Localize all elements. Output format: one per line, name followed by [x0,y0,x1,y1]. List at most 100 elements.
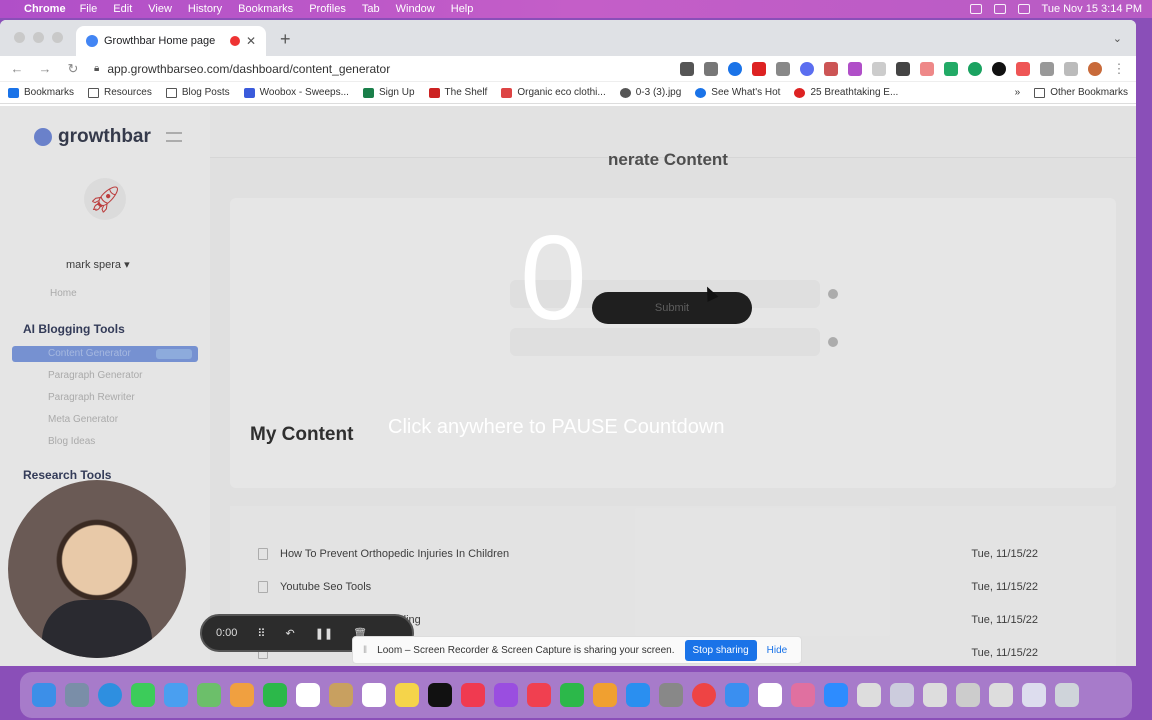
screenshot-icon[interactable] [791,683,815,707]
menu-bookmarks[interactable]: Bookmarks [238,3,293,15]
bookmark-item[interactable]: Bookmarks [8,87,74,98]
camera-extension-icon[interactable] [680,61,694,76]
zoom-window-button[interactable] [52,32,63,43]
extension-camera-icon[interactable] [776,61,790,76]
trash-icon[interactable] [1055,683,1079,707]
profile-avatar[interactable] [1088,61,1102,76]
reload-button[interactable]: ↻ [66,61,80,77]
bookmark-item[interactable]: The Shelf [428,87,487,98]
drag-grip-icon[interactable]: ‖ [363,645,367,656]
close-window-button[interactable] [14,32,25,43]
menu-view[interactable]: View [148,3,172,15]
pause-icon[interactable]: ❚❚ [315,627,333,640]
new-tab-button[interactable]: + [280,29,291,50]
webcam-bubble[interactable] [8,480,186,658]
finder-icon[interactable] [32,683,56,707]
menubar-clock[interactable]: Tue Nov 15 3:14 PM [1042,3,1142,15]
hide-button[interactable]: Hide [767,645,788,656]
music-icon[interactable] [461,683,485,707]
grammarly-icon[interactable] [968,61,982,76]
notes-icon[interactable] [395,683,419,707]
messages-icon[interactable] [131,683,155,707]
window-thumbnail-icon[interactable] [890,683,914,707]
window-thumbnail-icon[interactable] [956,683,980,707]
back-button[interactable]: ← [10,61,24,76]
menu-file[interactable]: File [80,3,98,15]
countdown-number[interactable]: 0 [520,218,587,338]
reminders-icon[interactable] [362,683,386,707]
chrome-menu-icon[interactable]: ⋮ [1112,61,1126,77]
window-thumbnail-icon[interactable] [857,683,881,707]
bookmark-item[interactable]: Sign Up [362,87,415,98]
bookmark-star-icon[interactable] [728,61,742,76]
menu-tab[interactable]: Tab [362,3,380,15]
battery-icon[interactable] [969,4,982,14]
slack-icon[interactable] [758,683,782,707]
address-bar-row: ← → ↻ 🔒︎ app.growthbarseo.com/dashboard/… [0,56,1136,82]
menu-profiles[interactable]: Profiles [309,3,346,15]
extension-pen-icon[interactable] [944,61,958,76]
facetime-icon[interactable] [263,683,287,707]
tab-growthbar[interactable]: Growthbar Home page ✕ [76,26,266,56]
window-thumbnail-icon[interactable] [923,683,947,707]
maps-icon[interactable] [197,683,221,707]
numbers-icon[interactable] [560,683,584,707]
minimize-window-button[interactable] [33,32,44,43]
pause-countdown-message[interactable]: Click anywhere to PAUSE Countdown [388,416,724,439]
other-bookmarks[interactable]: Other Bookmarks [1034,87,1128,98]
keynote-icon[interactable] [725,683,749,707]
close-tab-icon[interactable]: ✕ [246,34,256,48]
extensions-puzzle-icon[interactable] [1040,61,1054,76]
wifi-icon[interactable] [993,4,1006,14]
bookmark-item[interactable]: Resources [88,87,152,98]
news-icon[interactable] [527,683,551,707]
system-preferences-icon[interactable] [659,683,683,707]
drag-handle-icon[interactable]: ⠿ [257,627,265,640]
calendar-icon[interactable] [296,683,320,707]
window-thumbnail-icon[interactable] [989,683,1013,707]
photos-icon[interactable] [230,683,254,707]
window-thumbnail-icon[interactable] [1022,683,1046,707]
mail-icon[interactable] [164,683,188,707]
extension-red-icon[interactable] [752,61,766,76]
extension-arrow-icon[interactable] [824,61,838,76]
bookmark-item[interactable]: Blog Posts [165,87,230,98]
bookmark-item[interactable]: Woobox - Sweeps... [243,87,349,98]
bookmark-item[interactable]: 25 Breathtaking E... [794,87,898,98]
safari-icon[interactable] [98,683,122,707]
menu-edit[interactable]: Edit [113,3,132,15]
stop-sharing-button[interactable]: Stop sharing [684,639,757,661]
menu-help[interactable]: Help [451,3,474,15]
app-store-icon[interactable] [626,683,650,707]
extension-black-icon[interactable] [992,61,1006,76]
webcam-person [42,600,152,658]
control-center-icon[interactable] [1017,4,1030,14]
launchpad-icon[interactable] [65,683,89,707]
pages-icon[interactable] [593,683,617,707]
extension-code-icon[interactable] [1016,61,1030,76]
podcasts-icon[interactable] [494,683,518,707]
share-icon[interactable] [704,61,718,76]
extension-grey-icon[interactable] [872,61,886,76]
extension-pink-icon[interactable] [920,61,934,76]
bookmark-item[interactable]: Organic eco clothi... [501,87,606,98]
menu-history[interactable]: History [188,3,222,15]
restart-icon[interactable]: ↶ [285,627,294,640]
zoom-icon[interactable] [824,683,848,707]
extension-crop-icon[interactable] [896,61,910,76]
menu-window[interactable]: Window [396,3,435,15]
tab-search-chevron-icon[interactable]: ⌄ [1113,32,1122,45]
menu-app-name[interactable]: Chrome [24,3,66,15]
bookmark-item[interactable]: 0-3 (3).jpg [619,87,681,98]
extension-circle-icon[interactable] [800,61,814,76]
omnibox[interactable]: 🔒︎ app.growthbarseo.com/dashboard/conten… [94,57,634,80]
sidepanel-icon[interactable] [1064,61,1078,76]
extension-star-icon[interactable] [848,61,862,76]
chrome-icon[interactable] [692,683,716,707]
contacts-icon[interactable] [329,683,353,707]
forward-button[interactable]: → [38,61,52,76]
bookmarks-more-chevron-icon[interactable]: » [1015,87,1021,98]
bookmark-item[interactable]: See What's Hot [695,87,780,98]
tv-icon[interactable] [428,683,452,707]
shelf-icon [428,87,440,98]
